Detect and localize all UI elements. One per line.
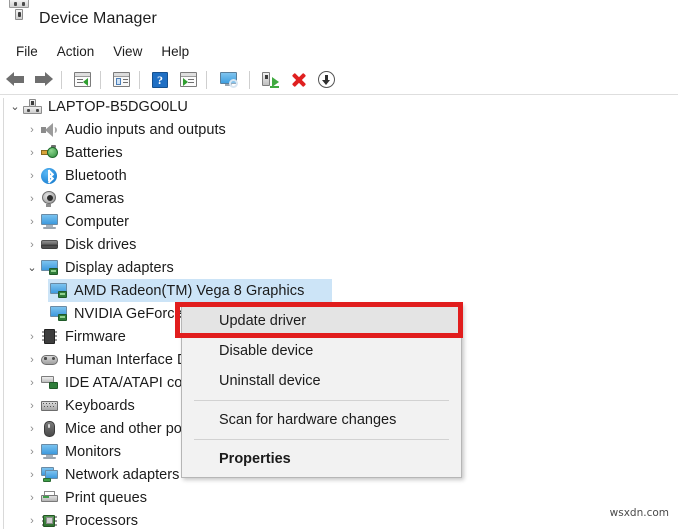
context-menu-separator <box>194 439 449 440</box>
chevron-right-icon[interactable]: › <box>25 118 39 141</box>
tree-item-bluetooth[interactable]: › Bluetooth <box>0 164 678 187</box>
tree-item-label: Cameras <box>65 191 124 207</box>
toolbar-separator <box>100 71 101 89</box>
tree-item-processors[interactable]: › Processors <box>0 509 678 529</box>
toolbar-separator <box>61 71 62 89</box>
disk-drive-icon <box>39 236 59 253</box>
device-manager-icon <box>9 9 29 29</box>
display-adapter-icon <box>48 305 68 322</box>
help-icon[interactable]: ? <box>147 68 173 92</box>
tree-item-label: Disk drives <box>65 237 136 253</box>
context-menu-item-disable-device[interactable]: Disable device <box>182 336 461 366</box>
ide-controller-icon <box>39 374 59 391</box>
tree-item-label: LAPTOP-B5DGO0LU <box>48 99 188 115</box>
tree-item-label: Batteries <box>65 145 123 161</box>
toolbar-separator <box>249 71 250 89</box>
toolbar-separator <box>206 71 207 89</box>
context-menu-item-scan-for-hardware-changes[interactable]: Scan for hardware changes <box>182 405 461 435</box>
computer-icon <box>22 98 42 115</box>
tree-item-disk-drives[interactable]: › Disk drives <box>0 233 678 256</box>
uninstall-device-icon[interactable] <box>285 68 311 92</box>
context-menu[interactable]: Update driver Disable device Uninstall d… <box>181 303 462 478</box>
battery-icon <box>39 144 59 161</box>
tree-item-print-queues[interactable]: › Print queues <box>0 486 678 509</box>
tree-item-label: Keyboards <box>65 398 135 414</box>
chevron-down-icon[interactable]: ⌄ <box>25 256 39 279</box>
tree-item-batteries[interactable]: › Batteries <box>0 141 678 164</box>
tree-item-label: Network adapters <box>65 467 179 483</box>
tree-item-label: Print queues <box>65 490 147 506</box>
display-adapter-icon <box>39 259 59 276</box>
tree-item-audio[interactable]: › Audio inputs and outputs <box>0 118 678 141</box>
tree-item-label: Computer <box>65 214 129 230</box>
chevron-right-icon[interactable]: › <box>25 394 39 417</box>
chevron-down-icon[interactable]: ⌄ <box>8 95 22 118</box>
human-interface-icon <box>39 351 59 368</box>
display-adapter-icon <box>48 282 68 299</box>
mouse-icon <box>39 420 59 437</box>
tree-item-label: Audio inputs and outputs <box>65 122 226 138</box>
tree-item-display-adapters[interactable]: ⌄ Display adapters <box>0 256 678 279</box>
tree-item-label: AMD Radeon(TM) Vega 8 Graphics <box>74 283 304 299</box>
chevron-right-icon[interactable]: › <box>25 164 39 187</box>
back-arrow-icon[interactable] <box>2 68 28 92</box>
chevron-right-icon[interactable]: › <box>25 486 39 509</box>
disable-device-icon[interactable] <box>313 68 339 92</box>
show-hide-console-tree-icon[interactable] <box>69 68 95 92</box>
chevron-right-icon[interactable]: › <box>25 187 39 210</box>
context-menu-item-update-driver[interactable]: Update driver <box>182 306 461 336</box>
tree-item-cameras[interactable]: › Cameras <box>0 187 678 210</box>
context-menu-item-properties[interactable]: Properties <box>182 444 461 474</box>
chevron-right-icon[interactable]: › <box>25 348 39 371</box>
bluetooth-icon <box>39 167 59 184</box>
context-menu-separator <box>194 400 449 401</box>
tree-item-label: Display adapters <box>65 260 174 276</box>
watermark: wsxdn.com <box>610 507 669 519</box>
tree-item-label: Processors <box>65 513 138 529</box>
show-hide-action-pane-icon[interactable] <box>175 68 201 92</box>
chevron-right-icon[interactable]: › <box>25 509 39 529</box>
context-menu-item-uninstall-device[interactable]: Uninstall device <box>182 366 461 396</box>
tree-item-label: Monitors <box>65 444 121 460</box>
menu-bar: File Action View Help <box>0 38 678 65</box>
speaker-icon <box>39 121 59 138</box>
properties-icon[interactable] <box>108 68 134 92</box>
network-adapter-icon <box>39 466 59 483</box>
chevron-right-icon[interactable]: › <box>25 141 39 164</box>
printer-icon <box>39 489 59 506</box>
firmware-chip-icon <box>39 328 59 345</box>
update-driver-icon[interactable] <box>257 68 283 92</box>
tree-item-amd-radeon[interactable]: AMD Radeon(TM) Vega 8 Graphics <box>0 279 678 302</box>
chevron-right-icon[interactable]: › <box>25 417 39 440</box>
toolbar-separator <box>139 71 140 89</box>
chevron-right-icon[interactable]: › <box>25 371 39 394</box>
toolbar: ? <box>0 65 678 94</box>
tree-item-computer[interactable]: › Computer <box>0 210 678 233</box>
window-title: Device Manager <box>39 10 157 28</box>
tree-item-label: Firmware <box>65 329 126 345</box>
menu-item-file[interactable]: File <box>9 41 45 62</box>
processor-icon <box>39 512 59 529</box>
scan-for-hardware-changes-icon[interactable] <box>214 68 244 92</box>
tree-item-label: Bluetooth <box>65 168 127 184</box>
monitor-icon <box>39 443 59 460</box>
chevron-right-icon[interactable]: › <box>25 210 39 233</box>
chevron-right-icon[interactable]: › <box>25 440 39 463</box>
menu-item-help[interactable]: Help <box>154 41 196 62</box>
menu-item-action[interactable]: Action <box>50 41 102 62</box>
menu-item-view[interactable]: View <box>106 41 149 62</box>
camera-icon <box>39 190 59 207</box>
chevron-right-icon[interactable]: › <box>25 325 39 348</box>
keyboard-icon <box>39 397 59 414</box>
title-bar: Device Manager <box>0 0 678 38</box>
monitor-icon <box>39 213 59 230</box>
forward-arrow-icon[interactable] <box>30 68 56 92</box>
chevron-right-icon[interactable]: › <box>25 463 39 486</box>
chevron-right-icon[interactable]: › <box>25 233 39 256</box>
tree-item-root[interactable]: ⌄ LAPTOP-B5DGO0LU <box>0 95 678 118</box>
